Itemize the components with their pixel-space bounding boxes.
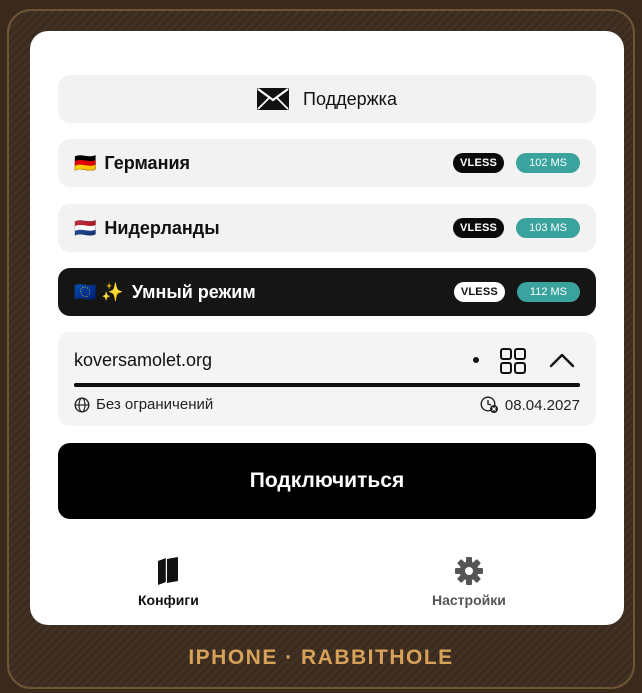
protocol-badge: VLESS — [453, 282, 505, 302]
ping-badge: 103 MS — [516, 218, 580, 238]
book-stack-icon — [158, 557, 179, 585]
server-netherlands[interactable]: 🇳🇱 Нидерланды VLESS 103 MS — [58, 204, 596, 252]
protocol-badge: VLESS — [453, 218, 505, 238]
expiry-date: 08.04.2027 — [480, 396, 580, 414]
qr-grid-icon[interactable] — [500, 348, 526, 374]
chevron-up-icon[interactable] — [549, 350, 575, 370]
support-label: Поддержка — [303, 88, 397, 109]
traffic-limit-text: Без ограничений — [96, 396, 214, 413]
protocol-badge: VLESS — [453, 153, 505, 173]
ping-badge: 102 MS — [516, 153, 580, 173]
status-dot — [473, 357, 479, 363]
tab-configs-label: Конфиги — [138, 592, 199, 608]
gear-icon — [454, 557, 483, 585]
subscription-card: koversamolet.org Без ограничений 08.04.2… — [58, 332, 596, 426]
traffic-progress-fill — [74, 383, 580, 387]
server-smart-mode[interactable]: 🇪🇺 ✨ Умный режим VLESS 112 MS — [58, 268, 596, 316]
tab-settings[interactable]: Настройки — [432, 556, 506, 608]
connect-button[interactable]: Подключиться — [58, 443, 596, 519]
expiry-date-text: 08.04.2027 — [504, 396, 580, 414]
tab-configs[interactable]: Конфиги — [138, 556, 199, 608]
server-name: Умный режим — [131, 281, 256, 302]
traffic-limit: Без ограничений — [74, 396, 213, 413]
netherlands-flag-icon: 🇳🇱 — [74, 218, 97, 238]
eu-flag-sparkles-icon: 🇪🇺 ✨ — [74, 282, 124, 302]
caption: IPHONE · RABBITHOLE — [188, 646, 454, 669]
support-button[interactable]: Поддержка — [58, 75, 596, 123]
germany-flag-icon: 🇩🇪 — [74, 153, 97, 173]
tab-settings-label: Настройки — [432, 592, 506, 608]
server-germany[interactable]: 🇩🇪 Германия VLESS 102 MS — [58, 139, 596, 187]
server-name: Нидерланды — [104, 217, 220, 238]
globe-icon — [74, 396, 90, 413]
ping-badge: 112 MS — [516, 282, 580, 302]
server-name: Германия — [104, 152, 191, 173]
clock-expired-icon — [480, 396, 498, 413]
traffic-progress-bar — [74, 383, 580, 387]
app-screen: Поддержка 🇩🇪 Германия VLESS 102 MS 🇳🇱 Ни… — [30, 31, 624, 625]
subscription-domain: koversamolet.org — [74, 350, 213, 370]
envelope-icon — [257, 88, 290, 110]
